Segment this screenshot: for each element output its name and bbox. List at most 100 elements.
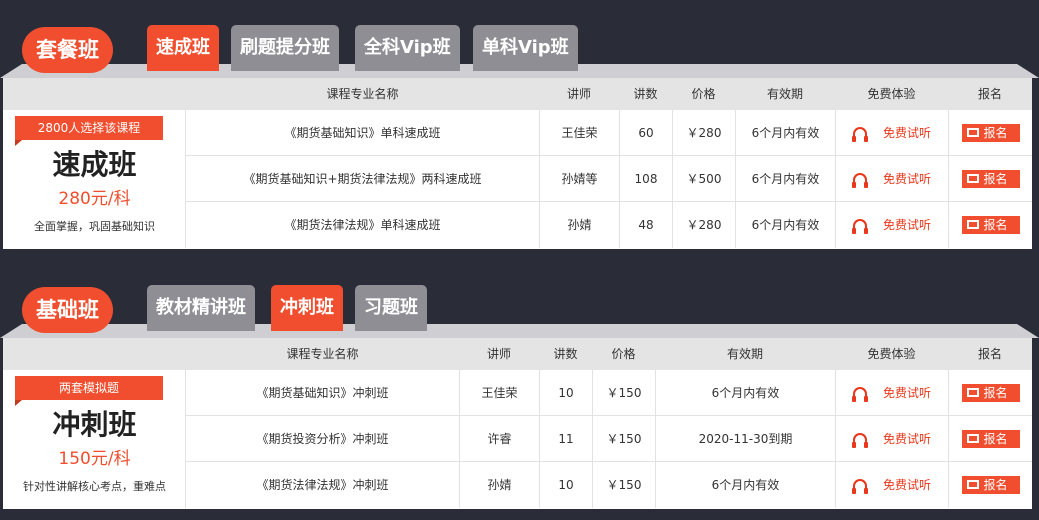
course-name[interactable]: 《期货法律法规》冲刺班	[186, 462, 459, 508]
free-trial-link[interactable]: 免费试听	[835, 462, 948, 508]
tab-danke-vip[interactable]: 单科Vip班	[473, 25, 578, 71]
promo-price: 150元/科	[58, 449, 131, 469]
table-row: 《期货基础知识》单科速成班 王佳荣 60 ￥280 6个月内有效 免费试听 报名	[186, 110, 1032, 156]
header-course: 课程专业名称	[326, 87, 399, 101]
header-teacher: 讲师	[566, 87, 591, 101]
header-validity: 有效期	[726, 347, 763, 361]
free-trial-link[interactable]: 免费试听	[835, 110, 948, 156]
headphone-icon	[851, 218, 868, 234]
price: ￥150	[592, 370, 655, 416]
validity: 6个月内有效	[735, 156, 835, 202]
validity: 6个月内有效	[655, 462, 835, 508]
course-table: 课程专业名称 讲师 讲数 价格 有效期 免费体验 报名 2800人选择该课程 速…	[3, 78, 1032, 249]
header-price: 价格	[691, 87, 716, 101]
teacher: 王佳荣	[459, 370, 539, 416]
price: ￥500	[672, 156, 735, 202]
promo-card: 两套模拟题 冲刺班 150元/科 针对性讲解核心考点，重难点	[3, 370, 186, 508]
lesson-count: 11	[539, 416, 592, 462]
promo-name: 冲刺班	[52, 408, 137, 441]
basic-class-section: 基础班 教材精讲班 冲刺班 习题班 课程专业名称 讲师 讲数 价格 有效期 免费…	[0, 260, 1039, 520]
tab-sucheng[interactable]: 速成班	[147, 25, 219, 71]
cart-icon	[966, 387, 979, 397]
table-row: 《期货法律法规》单科速成班 孙婧 48 ￥280 6个月内有效 免费试听 报名	[186, 202, 1032, 248]
validity: 6个月内有效	[655, 370, 835, 416]
tab-shuati[interactable]: 刷题提分班	[231, 25, 339, 71]
free-trial-label: 免费试听	[882, 218, 931, 232]
lesson-count: 10	[539, 462, 592, 508]
teacher: 孙婧	[539, 202, 619, 248]
price: ￥150	[592, 416, 655, 462]
tab-jiaocai[interactable]: 教材精讲班	[147, 285, 255, 331]
signup-label: 报名	[983, 385, 1008, 400]
table-header: 课程专业名称 讲师 讲数 价格 有效期 免费体验 报名	[3, 78, 1032, 110]
header-signup: 报名	[977, 87, 1002, 101]
signup-button[interactable]: 报名	[961, 169, 1020, 188]
tab-quanke-vip[interactable]: 全科Vip班	[355, 25, 460, 71]
headphone-icon	[851, 386, 868, 402]
table-header: 课程专业名称 讲师 讲数 价格 有效期 免费体验 报名	[3, 338, 1032, 370]
header-validity: 有效期	[766, 87, 803, 101]
free-trial-label: 免费试听	[882, 126, 931, 140]
price: ￥280	[672, 202, 735, 248]
signup-button[interactable]: 报名	[961, 383, 1020, 402]
teacher: 王佳荣	[539, 110, 619, 156]
table-row: 《期货法律法规》冲刺班 孙婧 10 ￥150 6个月内有效 免费试听 报名	[186, 462, 1032, 508]
header-lessons: 讲数	[553, 347, 578, 361]
cart-icon	[966, 173, 979, 183]
cart-icon	[966, 479, 979, 489]
validity: 6个月内有效	[735, 110, 835, 156]
promo-price: 280元/科	[58, 189, 131, 209]
header-trial: 免费体验	[867, 347, 916, 361]
headphone-icon	[851, 126, 868, 142]
free-trial-link[interactable]: 免费试听	[835, 202, 948, 248]
free-trial-link[interactable]: 免费试听	[835, 370, 948, 416]
tab-chongci[interactable]: 冲刺班	[271, 285, 343, 331]
cart-icon	[966, 433, 979, 443]
section-title-pill: 基础班	[22, 287, 113, 333]
promo-name: 速成班	[52, 148, 137, 181]
lesson-count: 60	[619, 110, 672, 156]
promo-ribbon: 两套模拟题	[15, 376, 163, 400]
signup-button[interactable]: 报名	[961, 475, 1020, 494]
signup-cell: 报名	[948, 110, 1032, 156]
teacher: 孙婧等	[539, 156, 619, 202]
signup-label: 报名	[983, 477, 1008, 492]
signup-cell: 报名	[948, 462, 1032, 508]
header-price: 价格	[611, 347, 636, 361]
cart-icon	[966, 219, 979, 229]
signup-button[interactable]: 报名	[961, 123, 1020, 142]
header-lessons: 讲数	[633, 87, 658, 101]
course-name[interactable]: 《期货基础知识》单科速成班	[186, 110, 539, 156]
free-trial-label: 免费试听	[882, 432, 931, 446]
headphone-icon	[851, 478, 868, 494]
price: ￥150	[592, 462, 655, 508]
lesson-count: 108	[619, 156, 672, 202]
course-name[interactable]: 《期货基础知识》冲刺班	[186, 370, 459, 416]
course-name[interactable]: 《期货投资分析》冲刺班	[186, 416, 459, 462]
validity: 6个月内有效	[735, 202, 835, 248]
cart-icon	[966, 127, 979, 137]
signup-label: 报名	[983, 217, 1008, 232]
free-trial-label: 免费试听	[882, 386, 931, 400]
signup-button[interactable]: 报名	[961, 429, 1020, 448]
price: ￥280	[672, 110, 735, 156]
signup-cell: 报名	[948, 202, 1032, 248]
header-teacher: 讲师	[486, 347, 511, 361]
table-row: 《期货基础知识》冲刺班 王佳荣 10 ￥150 6个月内有效 免费试听 报名	[186, 370, 1032, 416]
teacher: 孙婧	[459, 462, 539, 508]
free-trial-label: 免费试听	[882, 478, 931, 492]
free-trial-link[interactable]: 免费试听	[835, 156, 948, 202]
signup-label: 报名	[983, 125, 1008, 140]
lesson-count: 10	[539, 370, 592, 416]
free-trial-link[interactable]: 免费试听	[835, 416, 948, 462]
course-name[interactable]: 《期货法律法规》单科速成班	[186, 202, 539, 248]
signup-button[interactable]: 报名	[961, 215, 1020, 234]
course-name[interactable]: 《期货基础知识+期货法律法规》两科速成班	[186, 156, 539, 202]
promo-desc: 针对性讲解核心考点，重难点	[23, 480, 166, 493]
header-trial: 免费体验	[867, 87, 916, 101]
promo-card: 2800人选择该课程 速成班 280元/科 全面掌握，巩固基础知识	[3, 110, 186, 248]
tab-xiti[interactable]: 习题班	[355, 285, 427, 331]
header-signup: 报名	[977, 347, 1002, 361]
validity: 2020-11-30到期	[655, 416, 835, 462]
section-title-pill: 套餐班	[22, 27, 113, 73]
